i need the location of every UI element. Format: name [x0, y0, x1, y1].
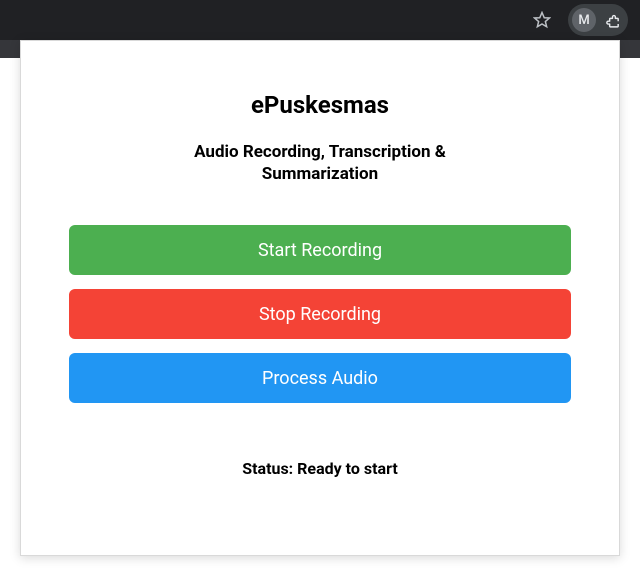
- start-recording-button[interactable]: Start Recording: [69, 225, 571, 275]
- extension-popup: ePuskesmas Audio Recording, Transcriptio…: [20, 40, 620, 556]
- stop-recording-button[interactable]: Stop Recording: [69, 289, 571, 339]
- status-text: Status: Ready to start: [242, 459, 398, 478]
- status-value: Ready to start: [297, 459, 398, 478]
- process-audio-button[interactable]: Process Audio: [69, 353, 571, 403]
- avatar-letter: M: [578, 13, 589, 28]
- browser-toolbar: M: [0, 0, 640, 40]
- bookmark-star-icon[interactable]: [532, 10, 552, 30]
- status-label: Status:: [242, 459, 293, 478]
- app-title: ePuskesmas: [251, 91, 389, 119]
- profile-extensions-group: M: [568, 4, 628, 36]
- app-subtitle: Audio Recording, Transcription & Summari…: [150, 141, 490, 185]
- profile-avatar[interactable]: M: [572, 8, 596, 32]
- extensions-puzzle-icon[interactable]: [602, 10, 622, 30]
